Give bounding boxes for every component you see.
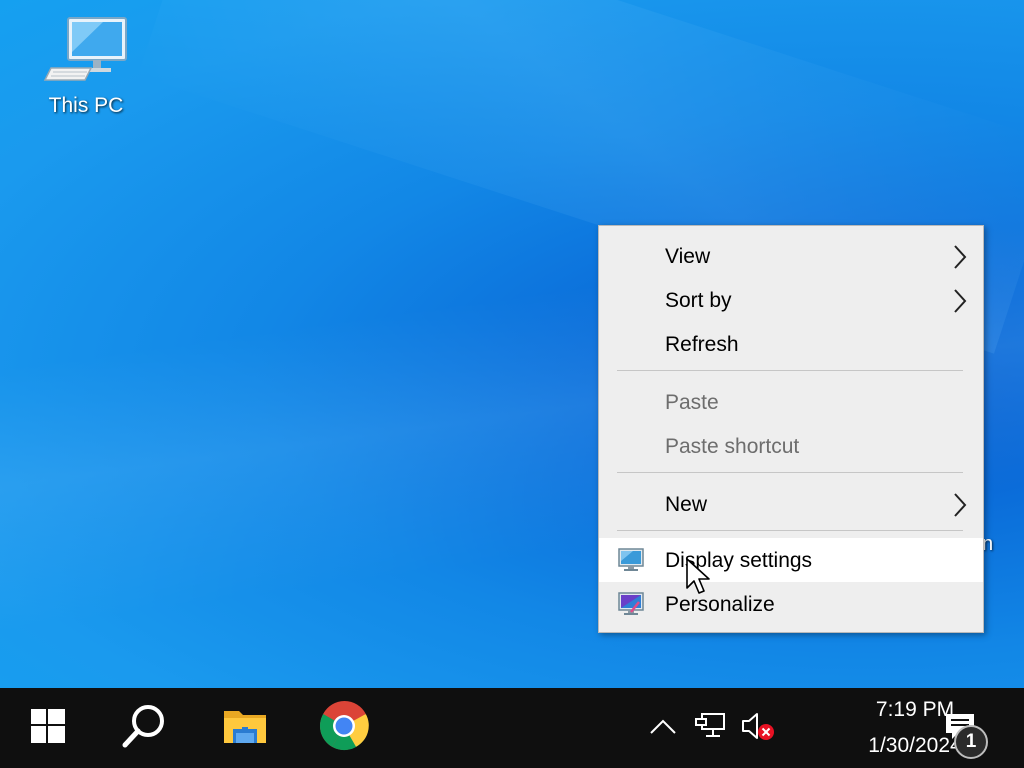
- menu-item-refresh[interactable]: Refresh: [599, 322, 983, 366]
- menu-item-personalize[interactable]: Personalize: [599, 582, 983, 626]
- menu-item-label: New: [665, 493, 708, 516]
- taskbar-file-explorer[interactable]: [197, 688, 293, 768]
- chevron-right-icon: [953, 288, 967, 320]
- desktop-context-menu: View Sort by Refresh Paste Paste shortcu…: [598, 225, 984, 633]
- menu-item-label: Paste: [665, 391, 719, 414]
- volume-button[interactable]: [738, 688, 778, 768]
- menu-item-display-settings[interactable]: Display settings: [599, 538, 983, 582]
- mouse-pointer-icon: [686, 558, 712, 602]
- menu-separator: [617, 472, 963, 473]
- chevron-up-icon: [649, 717, 677, 739]
- menu-separator: [617, 530, 963, 531]
- chevron-right-icon: [953, 244, 967, 276]
- menu-item-label: View: [665, 245, 711, 268]
- folder-icon: [223, 707, 267, 749]
- volume-muted-icon: [740, 710, 776, 746]
- show-hidden-icons-button[interactable]: [644, 688, 682, 768]
- search-icon: [120, 702, 168, 754]
- start-button[interactable]: [0, 688, 96, 768]
- desktop-icon-this-pc[interactable]: This PC: [38, 14, 134, 118]
- menu-item-label: Personalize: [665, 593, 775, 616]
- network-status-button[interactable]: [690, 688, 732, 768]
- notification-count-badge: 1: [954, 725, 988, 759]
- taskbar-chrome[interactable]: [296, 688, 392, 768]
- menu-item-view[interactable]: View: [599, 234, 983, 278]
- menu-item-new[interactable]: New: [599, 482, 983, 526]
- personalize-icon: [617, 590, 645, 624]
- menu-item-paste[interactable]: Paste: [599, 380, 983, 424]
- network-icon: [694, 711, 728, 745]
- taskbar: 7:19 PM 1/30/2024 1: [0, 688, 1024, 768]
- menu-item-paste-shortcut[interactable]: Paste shortcut: [599, 424, 983, 468]
- search-button[interactable]: [96, 688, 192, 768]
- display-settings-icon: [617, 546, 645, 580]
- taskbar-clock[interactable]: 7:19 PM 1/30/2024: [785, 688, 961, 768]
- menu-item-sort-by[interactable]: Sort by: [599, 278, 983, 322]
- monitor-computer-icon: [43, 17, 129, 88]
- chevron-right-icon: [953, 492, 967, 524]
- chrome-icon: [319, 701, 369, 755]
- menu-item-label: Sort by: [665, 289, 732, 312]
- menu-item-label: Paste shortcut: [665, 435, 800, 458]
- menu-separator: [617, 370, 963, 371]
- desktop-icon-label: This PC: [48, 94, 124, 117]
- menu-item-label: Refresh: [665, 333, 739, 356]
- windows-logo-icon: [31, 709, 65, 747]
